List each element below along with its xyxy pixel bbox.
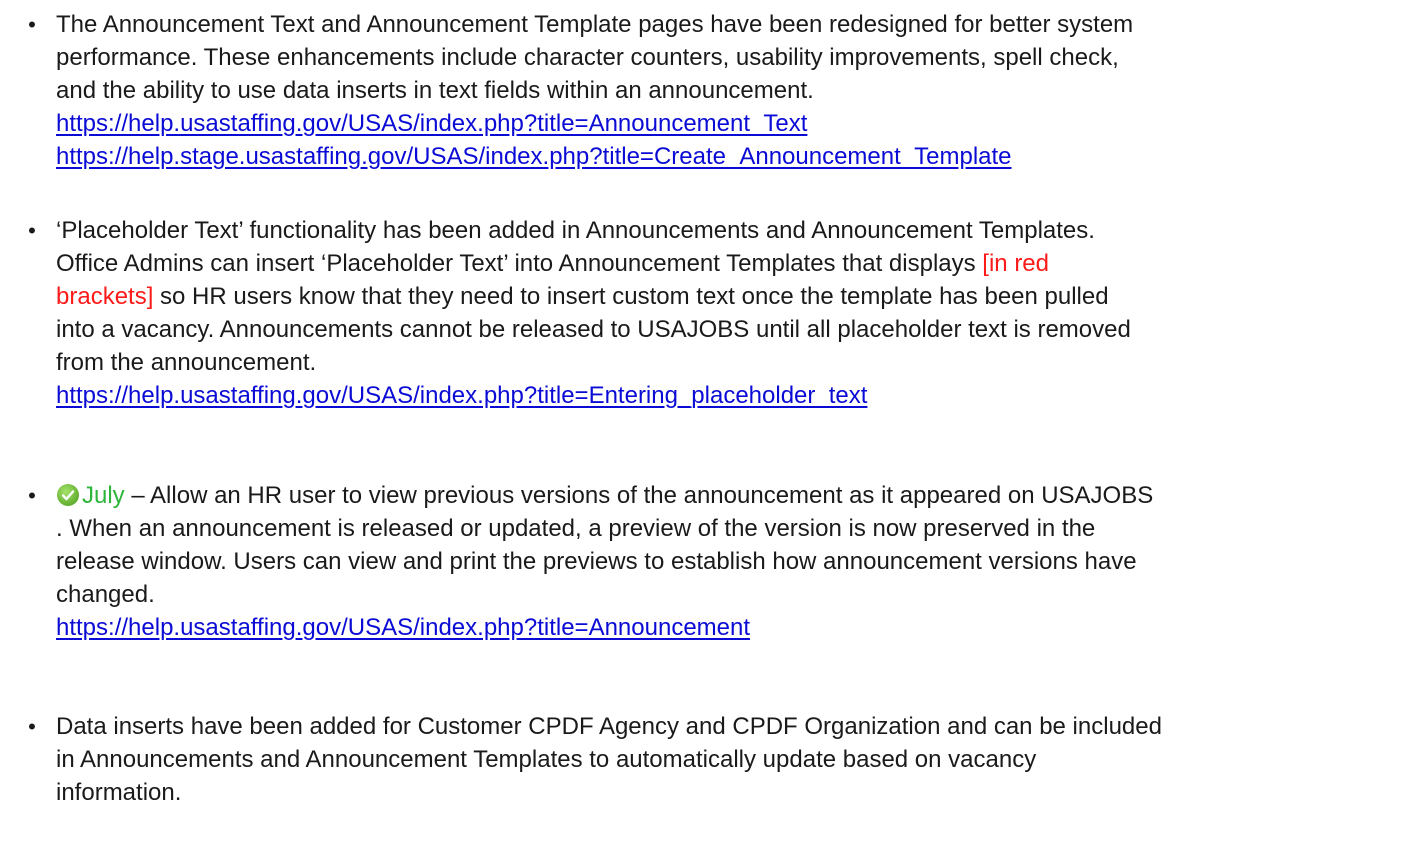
text-line: brackets] so HR users know that they nee… [56, 280, 1391, 313]
text-line: Office Admins can insert ‘Placeholder Te… [56, 247, 1391, 280]
bullet: • [28, 483, 36, 508]
text-line: information. [56, 779, 182, 806]
help-link-announcement-text[interactable]: https://help.usastaffing.gov/USAS/index.… [56, 110, 807, 137]
check-circle-icon [56, 483, 80, 507]
text-line: changed. [56, 581, 155, 608]
text-line: . When an announcement is released or up… [56, 515, 1096, 542]
text-line: into a vacancy. Announcements cannot be … [56, 316, 1131, 343]
list-item-body: ‘Placeholder Text’ functionality has bee… [56, 214, 1391, 412]
text-line: in Announcements and Announcement Templa… [56, 746, 1037, 773]
placeholder-red-text: [in red [982, 250, 1049, 277]
bullet: • [28, 218, 36, 243]
help-link-announcement[interactable]: https://help.usastaffing.gov/USAS/index.… [56, 614, 750, 641]
text-line: release window. Users can view and print… [56, 548, 1137, 575]
list-item-body: Data inserts have been added for Custome… [56, 710, 1391, 809]
text-line: ‘Placeholder Text’ functionality has bee… [56, 217, 1095, 244]
text-line: performance. These enhancements include … [56, 44, 1119, 71]
release-notes-document: • The Announcement Text and Announcement… [0, 0, 1403, 842]
help-link-create-announcement-template[interactable]: https://help.stage.usastaffing.gov/USAS/… [56, 143, 1012, 170]
text-segment: so HR users know that they need to inser… [153, 283, 1109, 310]
list-item-body: July – Allow an HR user to view previous… [56, 479, 1391, 644]
help-link-entering-placeholder-text[interactable]: https://help.usastaffing.gov/USAS/index.… [56, 382, 867, 409]
text-line: The Announcement Text and Announcement T… [56, 11, 1134, 38]
text-line: and the ability to use data inserts in t… [56, 77, 814, 104]
list-item-body: The Announcement Text and Announcement T… [56, 8, 1391, 173]
text-line: from the announcement. [56, 349, 317, 376]
text-segment: – Allow an HR user to view previous vers… [124, 482, 1154, 509]
month-label: July [82, 482, 125, 509]
bullet: • [28, 12, 36, 37]
bullet: • [28, 714, 36, 739]
text-line: July – Allow an HR user to view previous… [56, 479, 1391, 512]
placeholder-red-text: brackets] [56, 283, 154, 310]
text-segment: Office Admins can insert ‘Placeholder Te… [56, 250, 983, 277]
text-line: Data inserts have been added for Custome… [56, 713, 1162, 740]
